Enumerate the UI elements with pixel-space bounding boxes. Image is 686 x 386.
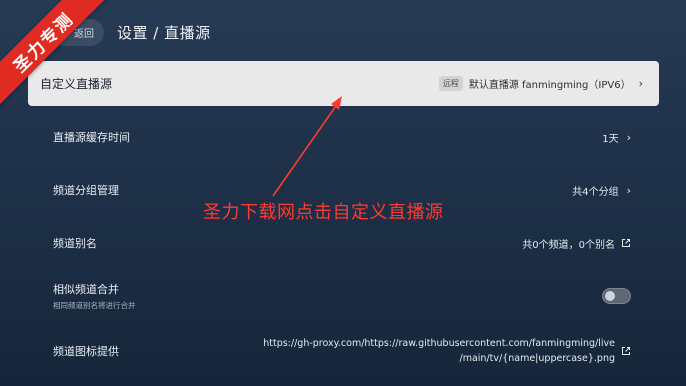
cache-time-label: 直播源缓存时间 xyxy=(53,131,130,144)
chevron-right-icon: › xyxy=(638,77,643,90)
external-link-icon xyxy=(622,239,630,247)
toggle-knob xyxy=(605,291,615,301)
custom-source-row[interactable]: 自定义直播源 远程 默认直播源 fanmingming（IPV6） › xyxy=(28,61,659,106)
ribbon-text: 圣力专测 xyxy=(0,0,110,109)
group-manage-value-group: 共4个分组 › xyxy=(572,183,631,198)
alias-value: 共0个频道，0个别名 xyxy=(522,239,615,251)
logo-provider-url-line2: /main/tv/{name|uppercase}.png xyxy=(459,353,615,364)
group-manage-label: 频道分组管理 xyxy=(53,184,119,197)
logo-provider-label: 频道图标提供 xyxy=(53,345,119,358)
custom-source-value-group: 远程 默认直播源 fanmingming（IPV6） › xyxy=(438,76,643,91)
alias-row[interactable]: 频道别名 共0个频道，0个别名 xyxy=(28,223,659,263)
cache-time-value: 1天 xyxy=(602,133,619,145)
cache-time-row[interactable]: 直播源缓存时间 1天 › xyxy=(28,117,659,157)
corner-ribbon: 圣力专测 xyxy=(0,0,120,120)
logo-provider-url-line1: https://gh-proxy.com/https://raw.githubu… xyxy=(263,338,615,349)
logo-provider-value-group: https://gh-proxy.com/https://raw.githubu… xyxy=(263,336,631,366)
group-manage-value: 共4个分组 xyxy=(572,186,619,198)
cache-time-value-group: 1天 › xyxy=(602,130,631,145)
merge-toggle[interactable] xyxy=(602,288,631,304)
chevron-right-icon: › xyxy=(626,130,631,144)
page-title: 设置 / 直播源 xyxy=(117,24,211,42)
chevron-right-icon: › xyxy=(626,183,631,197)
logo-provider-url: https://gh-proxy.com/https://raw.githubu… xyxy=(263,336,615,366)
alias-label: 频道别名 xyxy=(53,237,97,250)
alias-value-group: 共0个频道，0个别名 xyxy=(522,236,631,251)
external-link-icon xyxy=(622,347,630,355)
custom-source-value: 默认直播源 fanmingming（IPV6） xyxy=(468,80,631,91)
remote-badge: 远程 xyxy=(438,76,463,91)
logo-provider-row[interactable]: 频道图标提供 https://gh-proxy.com/https://raw.… xyxy=(28,330,659,372)
annotation-text: 圣力下载网点击自定义直播源 xyxy=(203,202,444,223)
merge-row[interactable]: 相似频道合并 相同频道别名将进行合并 xyxy=(28,276,659,316)
merge-text-group: 相似频道合并 相同频道别名将进行合并 xyxy=(53,281,136,311)
merge-label: 相似频道合并 xyxy=(53,283,119,296)
merge-sub-label: 相同频道别名将进行合并 xyxy=(53,301,136,310)
